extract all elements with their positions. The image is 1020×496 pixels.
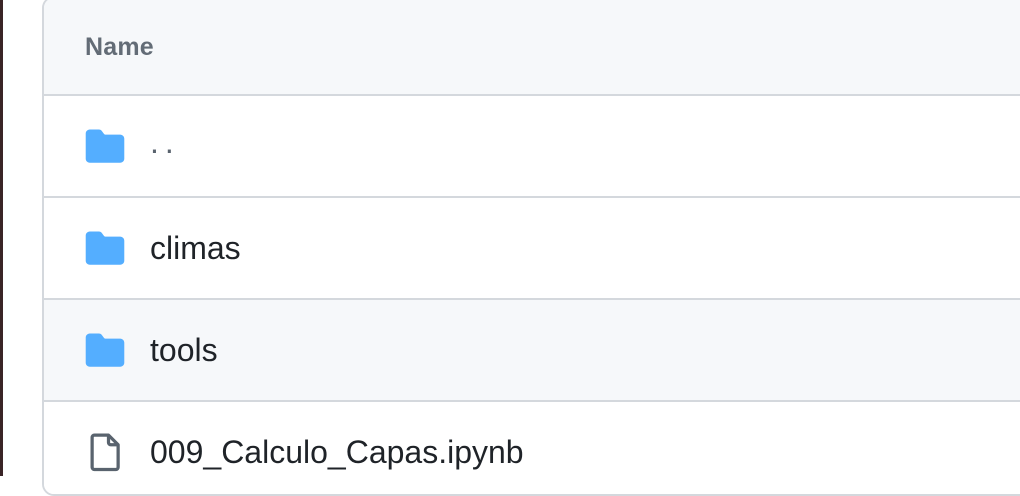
file-row-parent-directory[interactable]: .. bbox=[44, 96, 1020, 198]
folder-icon bbox=[84, 230, 126, 266]
file-row-label[interactable]: .. bbox=[150, 124, 180, 161]
window-edge bbox=[0, 0, 3, 476]
folder-icon bbox=[84, 332, 126, 368]
file-row-label[interactable]: tools bbox=[150, 332, 218, 369]
file-row-climas[interactable]: climas bbox=[44, 198, 1020, 300]
file-icon bbox=[84, 433, 126, 472]
table-header: Name bbox=[44, 0, 1020, 96]
file-table: Name .. climas tools 009_Calculo_Capas.i… bbox=[42, 0, 1020, 496]
file-row-label[interactable]: climas bbox=[150, 230, 241, 267]
file-row-label[interactable]: 009_Calculo_Capas.ipynb bbox=[150, 434, 524, 471]
file-row-ipynb[interactable]: 009_Calculo_Capas.ipynb bbox=[44, 402, 1020, 494]
column-header-name: Name bbox=[85, 32, 154, 61]
folder-icon bbox=[84, 128, 126, 164]
file-row-tools[interactable]: tools bbox=[44, 300, 1020, 402]
